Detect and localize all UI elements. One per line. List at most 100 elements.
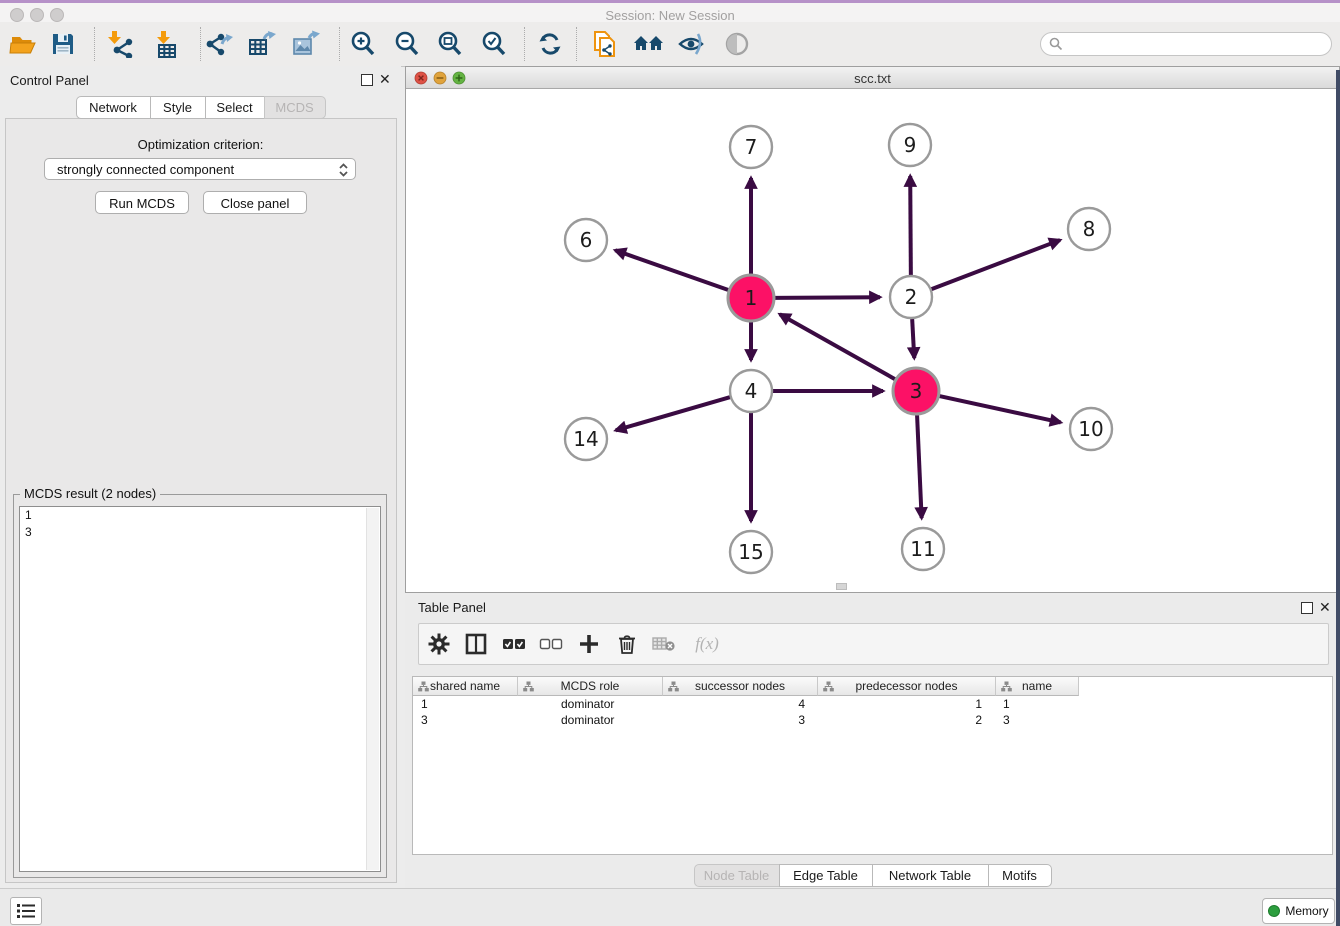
table-cell[interactable]: 1	[413, 696, 518, 712]
node-1[interactable]: 1	[728, 275, 774, 321]
search-field[interactable]	[1040, 32, 1332, 56]
column-header-successor-nodes[interactable]: successor nodes	[663, 677, 818, 696]
open-session-button[interactable]	[6, 28, 40, 60]
select-all-button[interactable]	[498, 629, 530, 659]
optimization-criterion-label: Optimization criterion:	[0, 137, 401, 152]
memory-button[interactable]: Memory	[1262, 898, 1335, 924]
node-3[interactable]: 3	[893, 368, 939, 414]
table-cell[interactable]: 4	[663, 696, 818, 712]
result-scrollbar[interactable]	[366, 508, 379, 870]
table-panel-close-button[interactable]: ✕	[1319, 601, 1331, 613]
run-mcds-button[interactable]: Run MCDS	[95, 191, 189, 214]
export-network-button[interactable]	[202, 28, 236, 60]
zoom-selected-icon	[480, 30, 508, 58]
column-header-shared-name[interactable]: shared name	[413, 677, 518, 696]
tab-node-table[interactable]: Node Table	[694, 864, 779, 887]
node-2[interactable]: 2	[890, 276, 932, 318]
import-table-button[interactable]	[149, 28, 183, 60]
edge-2-3[interactable]	[912, 319, 914, 358]
import-network-button[interactable]	[103, 28, 137, 60]
criterion-dropdown-value: strongly connected component	[57, 162, 234, 177]
table-cell[interactable]: 3	[663, 712, 818, 728]
save-session-button[interactable]	[46, 28, 80, 60]
edge-2-9[interactable]	[910, 176, 911, 275]
show-all-networks-button[interactable]	[632, 28, 666, 60]
toggle-visual-properties-button[interactable]	[675, 28, 709, 60]
control-panel-close-button[interactable]: ✕	[379, 73, 391, 85]
homes-icon	[633, 31, 665, 57]
export-network-icon	[204, 30, 234, 58]
edge-3-1[interactable]	[780, 314, 895, 379]
node-7[interactable]: 7	[730, 126, 772, 168]
mcds-result-item[interactable]: 1	[20, 507, 380, 524]
column-header-label: name	[1022, 679, 1052, 693]
mcds-result-item[interactable]: 3	[20, 524, 380, 541]
table-cell[interactable]: dominator	[518, 696, 663, 712]
table-panel-tabs: Node TableEdge TableNetwork TableMotifs	[405, 864, 1340, 887]
table-cell[interactable]: 3	[413, 712, 518, 728]
node-8[interactable]: 8	[1068, 208, 1110, 250]
network-graph[interactable]: 7 9 6 8 1 2 4 3 14 10 15 11	[406, 89, 1339, 592]
save-icon	[50, 31, 76, 57]
zoom-selected-button[interactable]	[477, 28, 511, 60]
tab-network[interactable]: Network	[76, 96, 150, 119]
node-6[interactable]: 6	[565, 219, 607, 261]
tab-mcds[interactable]: MCDS	[264, 96, 326, 119]
node-table[interactable]: shared nameMCDS rolesuccessor nodesprede…	[412, 676, 1333, 855]
delete-column-button[interactable]	[611, 629, 643, 659]
node-15[interactable]: 15	[730, 531, 772, 573]
tab-network-table[interactable]: Network Table	[872, 864, 988, 887]
edge-4-14[interactable]	[616, 397, 730, 430]
node-10[interactable]: 10	[1070, 408, 1112, 450]
node-11[interactable]: 11	[902, 528, 944, 570]
splitter-grip[interactable]	[836, 583, 847, 590]
refresh-icon	[536, 30, 564, 58]
preview-button[interactable]	[720, 28, 754, 60]
tab-edge-table[interactable]: Edge Table	[779, 864, 872, 887]
control-panel-float-button[interactable]	[361, 74, 373, 86]
mcds-result-list[interactable]: 13	[19, 506, 381, 872]
edge-3-11[interactable]	[917, 415, 922, 518]
table-cell[interactable]: dominator	[518, 712, 663, 728]
table-cell[interactable]: 1	[818, 696, 996, 712]
tab-style[interactable]: Style	[150, 96, 205, 119]
delete-table-button[interactable]	[648, 629, 680, 659]
close-panel-button[interactable]: Close panel	[203, 191, 307, 214]
edge-3-10[interactable]	[939, 396, 1060, 422]
add-column-button[interactable]	[573, 629, 605, 659]
network-window-titlebar[interactable]: scc.txt	[406, 67, 1339, 89]
tab-select[interactable]: Select	[205, 96, 264, 119]
table-cell[interactable]: 1	[996, 696, 1079, 712]
zoom-in-button[interactable]	[346, 28, 380, 60]
function-builder-button[interactable]: f(x)	[687, 629, 727, 659]
export-image-icon	[291, 30, 321, 58]
table-panel-float-button[interactable]	[1301, 602, 1313, 614]
export-image-button[interactable]	[289, 28, 323, 60]
column-header-predecessor-nodes[interactable]: predecessor nodes	[818, 677, 996, 696]
column-header-MCDS-role[interactable]: MCDS role	[518, 677, 663, 696]
table-row[interactable]: 3dominator323	[413, 712, 1079, 728]
node-14[interactable]: 14	[565, 418, 607, 460]
task-history-button[interactable]	[10, 897, 42, 925]
zoom-out-button[interactable]	[390, 28, 424, 60]
table-cell[interactable]: 2	[818, 712, 996, 728]
table-cell[interactable]: 3	[996, 712, 1079, 728]
clone-network-button[interactable]	[588, 28, 622, 60]
fx-icon: f(x)	[695, 634, 719, 654]
tab-motifs[interactable]: Motifs	[988, 864, 1052, 887]
deselect-all-button[interactable]	[535, 629, 567, 659]
table-options-button[interactable]	[423, 629, 455, 659]
toolbar-separator	[339, 27, 340, 61]
apply-layout-button[interactable]	[533, 28, 567, 60]
criterion-dropdown[interactable]: strongly connected component	[44, 158, 356, 180]
table-row[interactable]: 1dominator411	[413, 696, 1079, 712]
node-4[interactable]: 4	[730, 370, 772, 412]
edge-2-8[interactable]	[932, 240, 1060, 289]
export-table-button[interactable]	[245, 28, 279, 60]
edge-1-2[interactable]	[775, 297, 880, 298]
edge-1-6[interactable]	[615, 250, 728, 290]
node-9[interactable]: 9	[889, 124, 931, 166]
column-header-name[interactable]: name	[996, 677, 1079, 696]
zoom-fit-button[interactable]	[433, 28, 467, 60]
column-visibility-button[interactable]	[460, 629, 492, 659]
